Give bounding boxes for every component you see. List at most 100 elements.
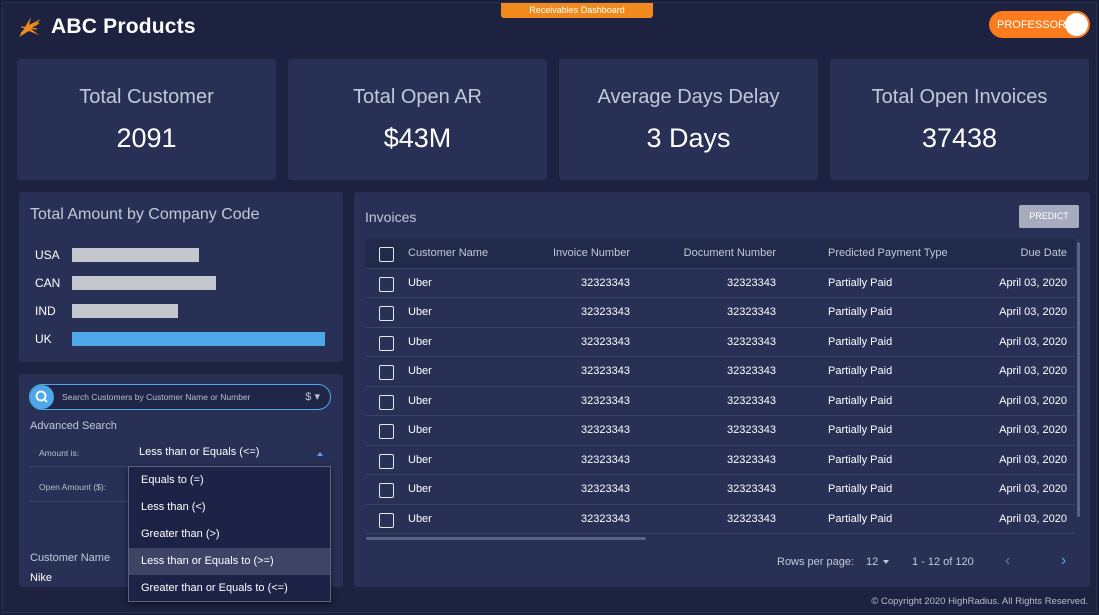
cell-document: 32323343: [727, 365, 776, 377]
column-header[interactable]: Due Date: [981, 239, 1067, 268]
cell-payment-type: Partially Paid: [828, 335, 893, 348]
bar-ind[interactable]: [72, 304, 178, 318]
table-row[interactable]: Uber 32323343 32323343 Partially Paid April …: [366, 446, 1075, 475]
table-row[interactable]: Uber 32323343 32323343 Partially Paid April …: [366, 269, 1075, 298]
app-name: ABC Products: [51, 15, 196, 38]
cell-invoice: 32323343: [581, 306, 630, 318]
column-header[interactable]: Predicted Payment Type: [828, 239, 948, 268]
cell-payment-type: Partially Paid: [828, 424, 893, 436]
table-row[interactable]: Uber 32323343 32323343 Partially Paid April …: [366, 298, 1075, 328]
advanced-search-label: Advanced Search: [30, 420, 117, 432]
table-row[interactable]: Uber 32323343 32323343 Partially Paid April …: [366, 357, 1075, 387]
horizontal-scrollbar[interactable]: [366, 537, 646, 540]
bar-label: IND: [35, 304, 56, 318]
cell-customer: Uber: [408, 394, 432, 407]
cell-document: 32323343: [727, 424, 776, 436]
cell-payment-type: Partially Paid: [828, 306, 893, 318]
cell-due-date: April 03, 2020: [999, 453, 1067, 466]
cell-customer: Uber: [408, 335, 432, 348]
customer-name-label: Customer Name: [30, 552, 111, 564]
professor-button[interactable]: PROFESSOR ((•: [989, 11, 1090, 38]
cell-document: 32323343: [727, 276, 776, 289]
kpi-value: 37438: [921, 123, 998, 153]
bar-can[interactable]: [72, 276, 216, 290]
dropdown-option[interactable]: Equals to (=): [129, 467, 330, 494]
open-amount-label: Open Amount ($):: [39, 482, 107, 492]
amount-operator-select[interactable]: Less than or Equals (<=): [139, 446, 259, 458]
copyright-text: © Copyright 2020 HighRadius. All Rights …: [871, 596, 1088, 607]
currency-select[interactable]: $ ▾: [305, 390, 320, 403]
kpi-label: Average Days Delay: [597, 86, 780, 108]
customer-name-field[interactable]: Nike: [30, 572, 52, 584]
dropdown-option[interactable]: Less than (<): [129, 494, 330, 521]
column-header[interactable]: Customer Name: [408, 239, 488, 268]
row-checkbox[interactable]: [379, 453, 394, 469]
previous-page-icon[interactable]: ‹: [1005, 552, 1010, 570]
row-checkbox[interactable]: [379, 394, 394, 410]
row-checkbox[interactable]: [379, 365, 394, 380]
column-header[interactable]: Document Number: [680, 239, 776, 268]
dropdown-option-active[interactable]: Less than or Equals to (>=): [129, 548, 330, 575]
cell-customer: Uber: [408, 483, 432, 495]
chevron-up-icon[interactable]: [317, 452, 323, 456]
chart-title: Total Amount by Company Code: [30, 206, 260, 223]
cell-payment-type: Partially Paid: [828, 365, 893, 377]
cell-customer: Uber: [408, 365, 432, 377]
cell-customer: Uber: [408, 276, 432, 289]
rows-per-page-label: Rows per page:: [777, 556, 855, 568]
search-placeholder: Search Customers by Customer Name or Num…: [62, 392, 251, 402]
search-icon[interactable]: [30, 385, 54, 409]
table-row[interactable]: Uber 32323343 32323343 Partially Paid April …: [366, 475, 1075, 505]
cell-payment-type: Partially Paid: [828, 276, 893, 289]
cell-document: 32323343: [727, 335, 776, 348]
cell-invoice: 32323343: [581, 276, 630, 289]
bar-uk[interactable]: [72, 332, 325, 346]
next-page-icon[interactable]: ›: [1061, 552, 1066, 570]
cell-document: 32323343: [727, 453, 776, 466]
cell-due-date: April 03, 2020: [999, 483, 1067, 495]
cell-document: 32323343: [727, 483, 776, 495]
cell-due-date: April 03, 2020: [999, 424, 1067, 436]
cell-payment-type: Partially Paid: [828, 512, 893, 525]
bar-label: UK: [35, 332, 52, 346]
cell-invoice: 32323343: [581, 453, 630, 466]
select-all-checkbox[interactable]: [379, 247, 394, 262]
row-checkbox[interactable]: [379, 512, 394, 528]
cell-payment-type: Partially Paid: [828, 453, 893, 466]
kpi-label: Total Open AR: [353, 86, 482, 108]
row-checkbox[interactable]: [379, 276, 394, 292]
table-row[interactable]: Uber 32323343 32323343 Partially Paid April …: [366, 387, 1075, 416]
kpi-total-customer: Total Customer 2091: [17, 59, 276, 180]
bar-row: CAN: [35, 276, 216, 290]
search-input[interactable]: Search Customers by Customer Name or Num…: [29, 384, 331, 410]
cell-customer: Uber: [408, 453, 432, 466]
vertical-scrollbar[interactable]: [1077, 242, 1080, 517]
dashboard-tab[interactable]: Receivables Dashboard: [501, 3, 653, 18]
avatar: [1065, 13, 1088, 36]
table-row[interactable]: Uber 32323343 32323343 Partially Paid April …: [366, 505, 1075, 534]
kpi-value: $43M: [383, 123, 452, 153]
column-header[interactable]: Invoice Number: [550, 239, 630, 268]
row-checkbox[interactable]: [379, 306, 394, 321]
table-row[interactable]: Uber 32323343 32323343 Partially Paid April …: [366, 328, 1075, 357]
invoices-table: Customer Name Invoice Number Document Nu…: [366, 239, 1075, 534]
row-checkbox[interactable]: [379, 424, 394, 439]
predict-button[interactable]: PREDICT: [1019, 205, 1079, 228]
rows-per-page-select[interactable]: 12: [866, 556, 890, 568]
kpi-label: Total Open Invoices: [871, 86, 1048, 108]
cell-due-date: April 03, 2020: [999, 394, 1067, 407]
cell-payment-type: Partially Paid: [828, 483, 893, 495]
cell-document: 32323343: [727, 512, 776, 525]
cell-due-date: April 03, 2020: [999, 276, 1067, 289]
table-row[interactable]: Uber 32323343 32323343 Partially Paid April …: [366, 416, 1075, 446]
row-checkbox[interactable]: [379, 335, 394, 351]
bar-usa[interactable]: [72, 248, 199, 262]
table-header: Customer Name Invoice Number Document Nu…: [366, 239, 1075, 269]
invoices-title: Invoices: [365, 209, 417, 225]
row-checkbox[interactable]: [379, 483, 394, 498]
cell-document: 32323343: [727, 394, 776, 407]
amount-operator-dropdown: Equals to (=) Less than (<) Greater than…: [128, 466, 331, 602]
professor-label: PROFESSOR: [997, 18, 1067, 31]
dropdown-option[interactable]: Greater than (>): [129, 521, 330, 548]
dropdown-option[interactable]: Greater than or Equals to (<=): [129, 575, 330, 602]
